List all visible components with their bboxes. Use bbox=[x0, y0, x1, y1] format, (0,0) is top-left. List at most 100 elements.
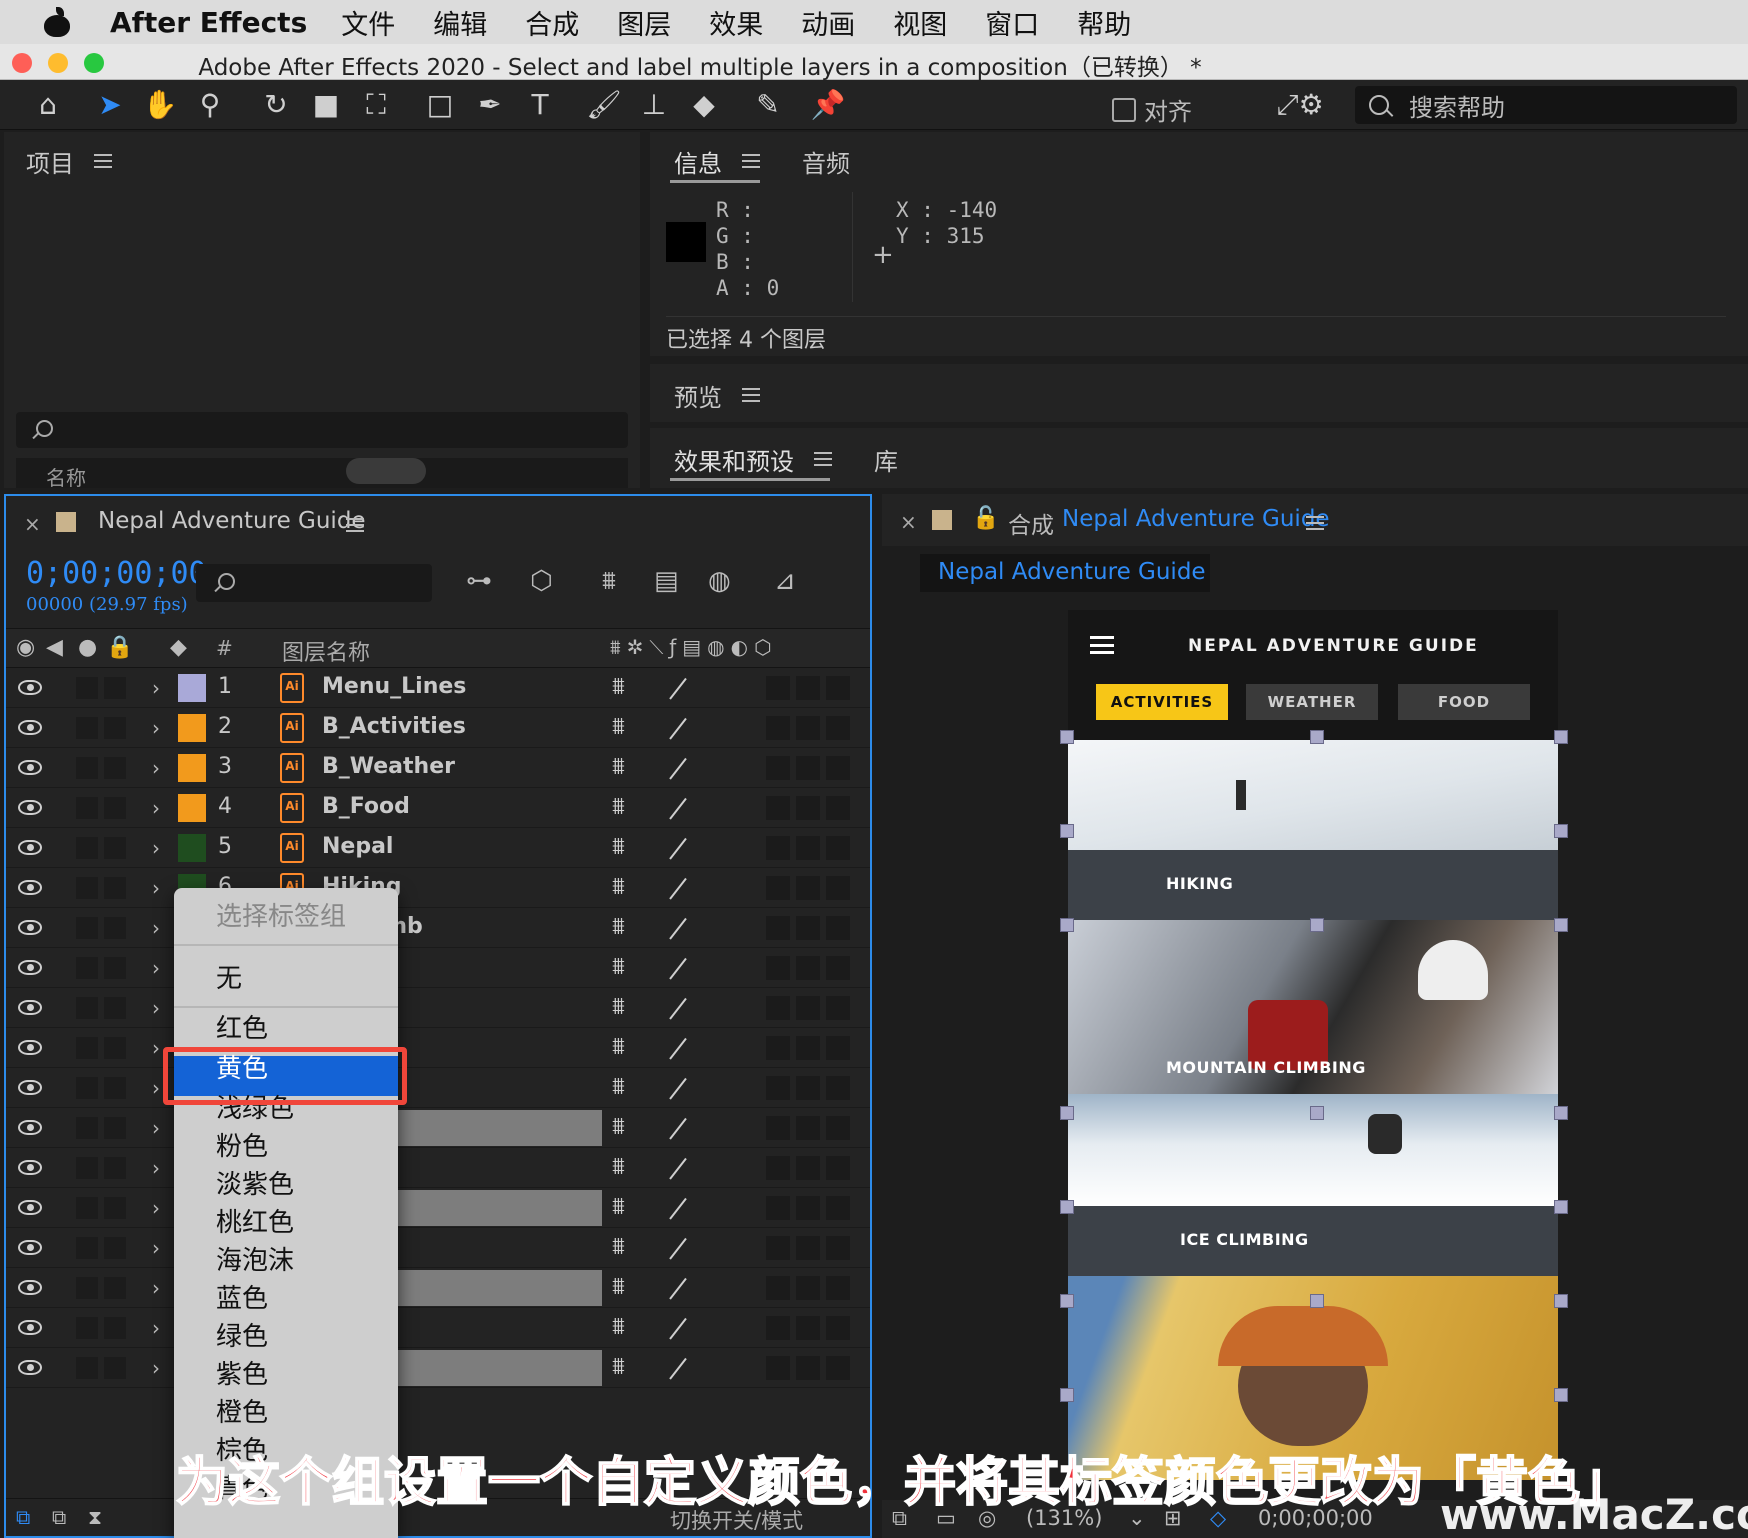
solo-switch[interactable] bbox=[76, 1077, 98, 1099]
solo-switch[interactable] bbox=[76, 1277, 98, 1299]
parent-box[interactable] bbox=[826, 956, 850, 980]
selection-handle[interactable] bbox=[1310, 1106, 1324, 1120]
parent-box[interactable] bbox=[766, 756, 790, 780]
selection-handle[interactable] bbox=[1554, 1200, 1568, 1214]
project-scrollbar[interactable] bbox=[346, 458, 426, 484]
chevron-right-icon[interactable]: › bbox=[152, 1116, 160, 1140]
menu-composition[interactable]: 合成 bbox=[525, 3, 579, 42]
parent-box[interactable] bbox=[826, 1316, 850, 1340]
solo-switch[interactable] bbox=[76, 1037, 98, 1059]
layer-row[interactable]: ›nage⩩ bbox=[6, 1108, 870, 1148]
comp-viewer-tab[interactable]: Nepal Adventure Guide bbox=[920, 554, 1210, 592]
parent-box[interactable] bbox=[826, 1076, 850, 1100]
rectangle-tool-icon[interactable]: □ bbox=[422, 88, 458, 122]
tab-library[interactable]: 库 bbox=[874, 442, 898, 477]
video-toggle-icon[interactable]: ◉ bbox=[16, 635, 35, 660]
chevron-right-icon[interactable]: › bbox=[152, 676, 160, 700]
apple-icon[interactable] bbox=[40, 7, 76, 37]
transfer-controls-icon[interactable]: ⧉ bbox=[52, 1505, 66, 1529]
label-swatch[interactable] bbox=[178, 674, 206, 702]
selection-handle[interactable] bbox=[1310, 918, 1324, 932]
effects-menu-icon[interactable] bbox=[814, 452, 832, 466]
lock-switch[interactable] bbox=[104, 997, 126, 1019]
chevron-right-icon[interactable]: › bbox=[152, 836, 160, 860]
parent-box[interactable] bbox=[826, 1276, 850, 1300]
label-swatch[interactable] bbox=[178, 794, 206, 822]
lock-switch[interactable] bbox=[104, 837, 126, 859]
layer-switches-icon[interactable]: ⧉ bbox=[16, 1505, 30, 1529]
parent-box[interactable] bbox=[766, 876, 790, 900]
chevron-right-icon[interactable]: › bbox=[152, 996, 160, 1020]
chevron-right-icon[interactable]: › bbox=[152, 1356, 160, 1380]
selection-handle[interactable] bbox=[1554, 1106, 1568, 1120]
layer-row[interactable]: › ⩩ bbox=[6, 988, 870, 1028]
parent-box[interactable] bbox=[826, 756, 850, 780]
eye-icon[interactable] bbox=[18, 1080, 42, 1095]
eye-icon[interactable] bbox=[18, 720, 42, 735]
eye-icon[interactable] bbox=[18, 800, 42, 815]
layer-row[interactable]: › 1 Ai Menu_Lines ⩩ bbox=[6, 668, 870, 708]
graph-editor-icon[interactable]: ⊿ bbox=[774, 566, 796, 596]
chevron-right-icon[interactable]: › bbox=[152, 1156, 160, 1180]
tab-effects-presets[interactable]: 效果和预设 bbox=[674, 442, 794, 477]
chevron-right-icon[interactable]: › bbox=[152, 1036, 160, 1060]
layer-row[interactable]: › ⩩ bbox=[6, 1028, 870, 1068]
solo-switch[interactable] bbox=[76, 677, 98, 699]
parent-box[interactable] bbox=[796, 1196, 820, 1220]
shy-switch-icon[interactable]: ⩩ bbox=[612, 1192, 625, 1220]
selection-handle[interactable] bbox=[1554, 824, 1568, 838]
solo-switch[interactable] bbox=[76, 717, 98, 739]
solo-switch[interactable] bbox=[76, 1197, 98, 1219]
menu-label-color[interactable]: 紫色 bbox=[216, 1354, 268, 1391]
parent-box[interactable] bbox=[796, 1076, 820, 1100]
quality-switch-icon[interactable] bbox=[669, 877, 687, 900]
layer-row[interactable]: › ⩩ bbox=[6, 1148, 870, 1188]
align-toggle[interactable]: 对齐 bbox=[1112, 92, 1192, 127]
solo-switch[interactable] bbox=[76, 757, 98, 779]
lock-switch[interactable] bbox=[104, 1157, 126, 1179]
parent-box[interactable] bbox=[766, 1196, 790, 1220]
hand-tool-icon[interactable]: ✋ bbox=[142, 88, 178, 122]
selection-handle[interactable] bbox=[1060, 1106, 1074, 1120]
quality-switch-icon[interactable] bbox=[669, 1197, 687, 1220]
layer-row[interactable]: ›nb⩩ bbox=[6, 1188, 870, 1228]
timecode[interactable]: 0;00;00;00 bbox=[26, 556, 207, 591]
parent-box[interactable] bbox=[766, 716, 790, 740]
shy-switch-icon[interactable]: ⩩ bbox=[612, 992, 625, 1020]
lock-switch[interactable] bbox=[104, 1197, 126, 1219]
draft-3d-icon[interactable]: ⬡ bbox=[530, 566, 553, 596]
solo-switch[interactable] bbox=[76, 837, 98, 859]
eye-icon[interactable] bbox=[18, 880, 42, 895]
lock-switch[interactable] bbox=[104, 757, 126, 779]
menu-animation[interactable]: 动画 bbox=[801, 3, 855, 42]
eye-icon[interactable] bbox=[18, 1360, 42, 1375]
rotate-tool-icon[interactable]: ↻ bbox=[258, 88, 294, 122]
shy-layers-icon[interactable]: ⩩ bbox=[602, 566, 616, 597]
lock-switch[interactable] bbox=[104, 1317, 126, 1339]
parent-box[interactable] bbox=[796, 876, 820, 900]
layer-row[interactable]: › 6 Ai Hiking ⩩ bbox=[6, 868, 870, 908]
label-swatch[interactable] bbox=[178, 754, 206, 782]
selection-handle[interactable] bbox=[1554, 918, 1568, 932]
layer-row[interactable]: ›in Climb⩩ bbox=[6, 908, 870, 948]
layer-row[interactable]: › 5 Ai Nepal ⩩ bbox=[6, 828, 870, 868]
menu-label-color[interactable]: 粉色 bbox=[216, 1126, 268, 1163]
quality-switch-icon[interactable] bbox=[669, 797, 687, 820]
parent-box[interactable] bbox=[826, 1356, 850, 1380]
layer-row[interactable]: › 3 Ai B_Weather ⩩ bbox=[6, 748, 870, 788]
shy-switch-icon[interactable]: ⩩ bbox=[612, 1112, 625, 1140]
quality-switch-icon[interactable] bbox=[669, 1317, 687, 1340]
lock-switch[interactable] bbox=[104, 1077, 126, 1099]
camera-tool-icon[interactable]: ■ bbox=[308, 88, 344, 122]
parent-box[interactable] bbox=[796, 1356, 820, 1380]
parent-box[interactable] bbox=[766, 1076, 790, 1100]
solo-switch[interactable] bbox=[76, 1157, 98, 1179]
parent-box[interactable] bbox=[766, 1356, 790, 1380]
parent-box[interactable] bbox=[826, 716, 850, 740]
selection-handle[interactable] bbox=[1060, 1388, 1074, 1402]
parent-box[interactable] bbox=[796, 996, 820, 1020]
shy-switch-icon[interactable]: ⩩ bbox=[612, 1272, 625, 1300]
parent-box[interactable] bbox=[826, 676, 850, 700]
layer-row[interactable]: › 2 Ai B_Activities ⩩ bbox=[6, 708, 870, 748]
zoom-tool-icon[interactable]: ⚲ bbox=[192, 88, 228, 122]
